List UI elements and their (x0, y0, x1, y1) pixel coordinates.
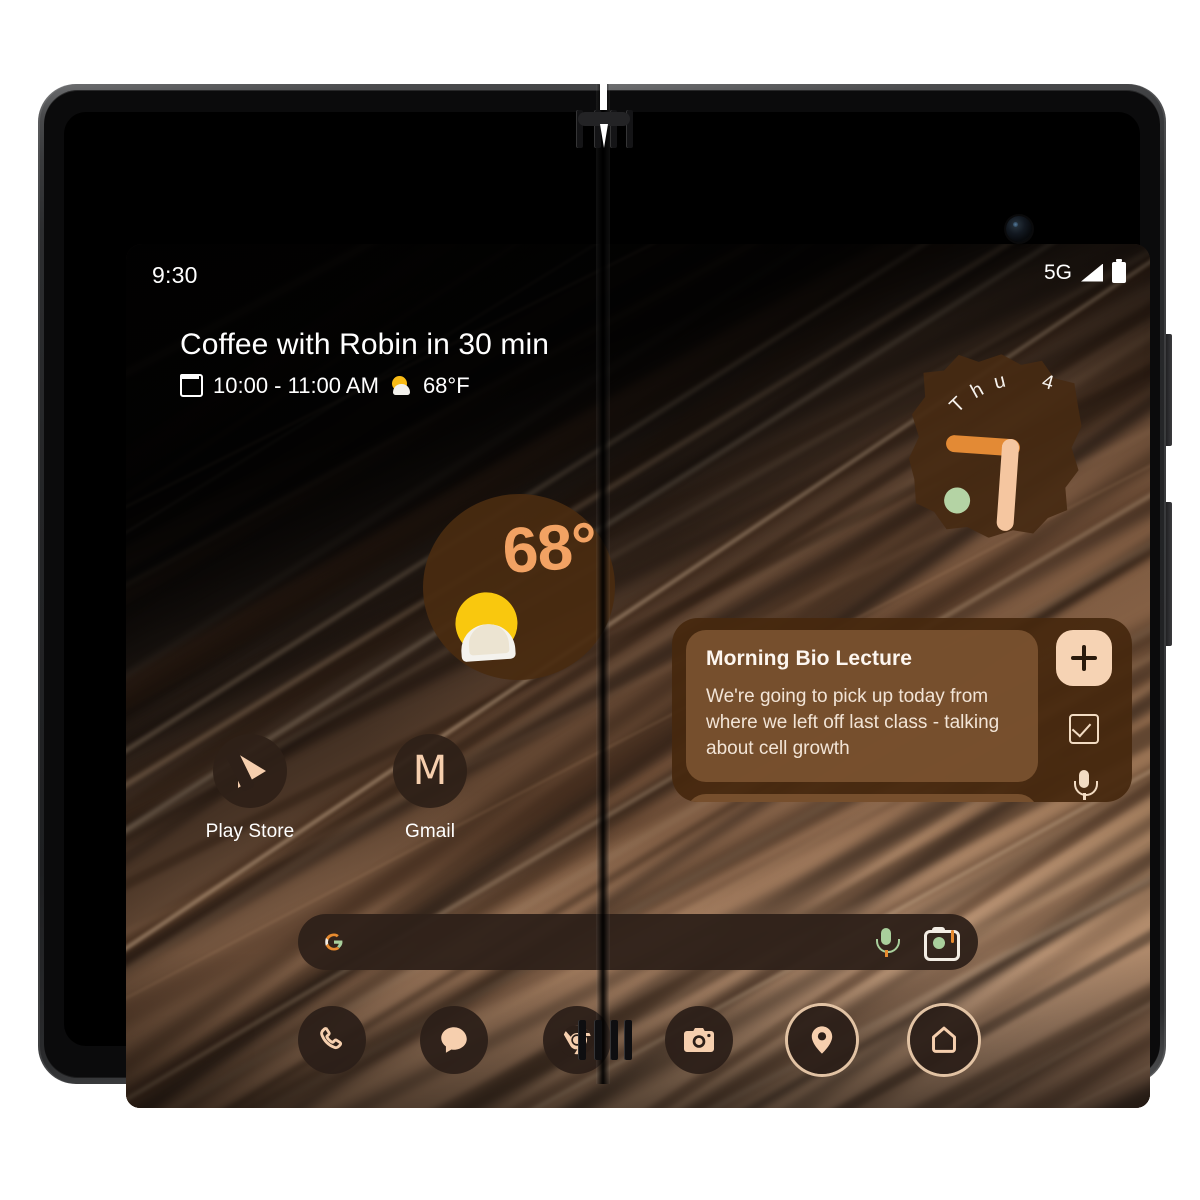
message-bubble-icon (420, 1006, 488, 1074)
sun-behind-cloud-icon (445, 590, 528, 663)
dock-camera[interactable] (665, 1006, 734, 1074)
notes-widget[interactable]: Morning Bio Lecture We're going to pick … (672, 618, 1132, 802)
gmail-icon: M (393, 734, 467, 808)
status-bar: 9:30 5G (126, 244, 1150, 304)
status-clock: 9:30 (152, 262, 198, 288)
checklist-button[interactable] (1067, 710, 1101, 744)
app-gmail[interactable]: M Gmail (368, 734, 492, 843)
app-label: Gmail (404, 821, 456, 842)
phone-icon (298, 1006, 366, 1074)
at-a-glance-widget[interactable]: Coffee with Robin in 30 min 10:00 - 11:0… (180, 328, 549, 399)
device-hinge-seam (596, 84, 610, 1084)
sun-behind-cloud-icon (389, 375, 413, 396)
map-pin-icon (788, 1006, 856, 1074)
note-card[interactable]: Morning Bio Lecture We're going to pick … (686, 630, 1038, 782)
add-note-button[interactable] (1056, 630, 1112, 686)
front-camera-icon (1006, 216, 1032, 242)
dock-home[interactable] (909, 1006, 978, 1074)
app-label: Play Store (205, 821, 295, 842)
weather-temperature: 68° (500, 508, 599, 587)
google-g-icon (320, 928, 348, 956)
foldable-device-frame: 9:30 5G Coffee with Robin in 30 min 10:0… (38, 84, 1172, 1108)
hinge-top-cap (578, 112, 630, 126)
play-store-icon (213, 734, 287, 808)
glance-time-range: 10:00 - 11:00 AM (213, 372, 379, 398)
network-label: 5G (1043, 261, 1072, 284)
signal-bars-icon (1081, 263, 1103, 282)
hinge-bottom-mechanism (566, 1020, 642, 1084)
glance-temperature: 68°F (422, 372, 470, 398)
voice-note-button[interactable] (1067, 768, 1101, 802)
home-icon (910, 1006, 978, 1074)
phone-screen: 9:30 5G Coffee with Robin in 30 min 10:0… (126, 244, 1150, 1108)
note-card[interactable]: Low-Knead Bread 400g bread flour 8g salt (686, 793, 1038, 802)
note-title: Morning Bio Lecture (706, 647, 913, 670)
app-play-store[interactable]: Play Store (188, 734, 312, 843)
clock-accent-dot (943, 487, 971, 515)
checkbox-checked-icon (1069, 714, 1099, 744)
glance-subline: 10:00 - 11:00 AM 68°F (180, 373, 549, 399)
screenshot-root: 9:30 5G Coffee with Robin in 30 min 10:0… (0, 0, 1200, 1200)
glance-title: Coffee with Robin in 30 min (180, 328, 550, 361)
dock-messages[interactable] (420, 1006, 489, 1074)
microphone-icon (1067, 768, 1101, 802)
notes-toolbar (1048, 630, 1120, 802)
calendar-icon (180, 374, 203, 397)
note-body: We're going to pick up today from where … (706, 686, 1000, 760)
home-app-row: Play Store M Gmail (188, 734, 492, 843)
google-search-bar[interactable] (298, 914, 978, 970)
microphone-icon[interactable] (874, 927, 900, 957)
camera-icon (665, 1006, 733, 1074)
status-icons: 5G (1043, 259, 1126, 284)
dock-maps[interactable] (787, 1006, 856, 1074)
notes-card-list: Morning Bio Lecture We're going to pick … (686, 630, 1038, 802)
clock-day-label: Thu 4 (945, 369, 1057, 418)
hinge-top-gap (600, 84, 607, 110)
dock-phone[interactable] (298, 1006, 366, 1074)
battery-full-icon (1112, 259, 1126, 283)
google-lens-camera-icon[interactable] (922, 927, 960, 961)
